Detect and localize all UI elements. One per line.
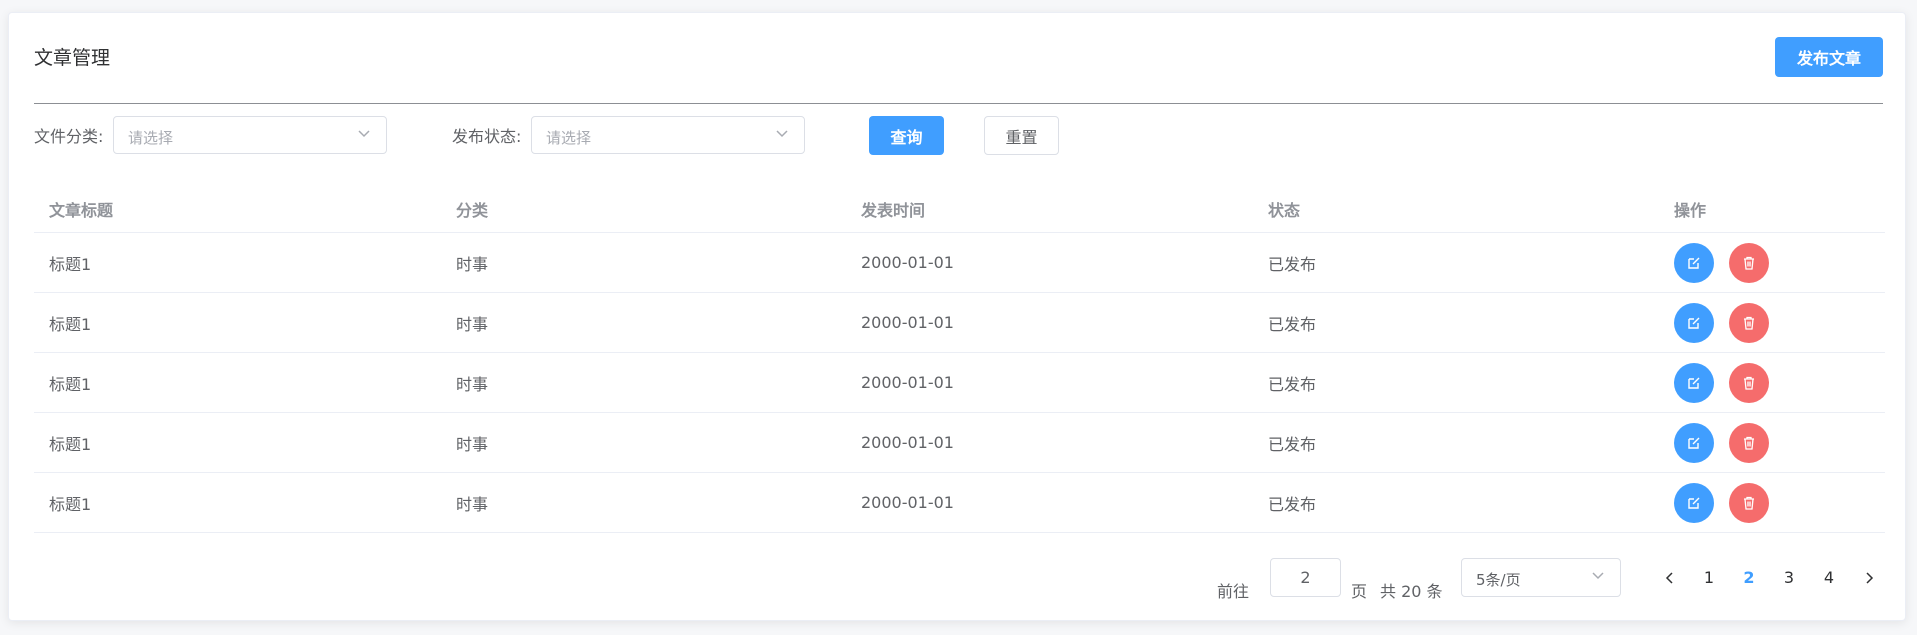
row-title: 标题1 <box>49 254 92 274</box>
delete-button[interactable] <box>1729 362 1769 403</box>
table-row: 标题1 时事 2000-01-01 已发布 <box>34 413 1885 473</box>
row-category: 时事 <box>456 254 489 274</box>
edit-button[interactable] <box>1674 362 1714 403</box>
row-status: 已发布 <box>1268 314 1317 334</box>
row-title: 标题1 <box>49 374 92 394</box>
chevron-down-icon <box>776 130 788 138</box>
query-button[interactable]: 查询 <box>869 116 944 155</box>
goto-page-unit: 页 <box>1351 582 1368 601</box>
article-table: 文章标题 分类 发表时间 状态 操作 标题1 时事 2000-01-01 已发布 <box>34 185 1885 533</box>
row-status: 已发布 <box>1268 494 1317 514</box>
delete-button[interactable] <box>1729 302 1769 343</box>
table-row: 标题1 时事 2000-01-01 已发布 <box>34 293 1885 353</box>
table-row: 标题1 时事 2000-01-01 已发布 <box>34 233 1885 293</box>
row-date: 2000-01-01 <box>861 433 954 452</box>
row-category: 时事 <box>456 374 489 394</box>
trash-icon <box>1744 376 1754 390</box>
chevron-left-icon <box>1665 571 1673 584</box>
chevron-down-icon <box>358 130 370 138</box>
page-button-4[interactable]: 4 <box>1814 558 1844 597</box>
edit-button[interactable] <box>1674 242 1714 283</box>
row-actions <box>1674 293 1784 352</box>
goto-label: 前往 <box>1217 582 1250 601</box>
edit-button[interactable] <box>1674 422 1714 463</box>
column-header-title: 文章标题 <box>49 200 114 220</box>
row-category: 时事 <box>456 314 489 334</box>
delete-button[interactable] <box>1729 242 1769 283</box>
chevron-down-icon <box>1592 572 1604 580</box>
row-status: 已发布 <box>1268 374 1317 394</box>
divider <box>34 103 1883 104</box>
total-count: 共 20 条 <box>1380 582 1443 601</box>
edit-icon <box>1688 497 1700 509</box>
category-filter-label: 文件分类: <box>34 127 104 146</box>
goto-page-input[interactable]: 2 <box>1270 558 1341 597</box>
row-date: 2000-01-01 <box>861 313 954 332</box>
category-select-placeholder: 请选择 <box>128 129 174 147</box>
row-category: 时事 <box>456 494 489 514</box>
delete-button[interactable] <box>1729 482 1769 523</box>
page-button-2[interactable]: 2 <box>1734 558 1764 597</box>
trash-icon <box>1744 316 1754 330</box>
edit-icon <box>1688 377 1700 389</box>
page-size-select[interactable]: 5条/页 <box>1461 558 1621 597</box>
publish-article-button[interactable]: 发布文章 <box>1775 37 1883 77</box>
row-category: 时事 <box>456 434 489 454</box>
delete-button[interactable] <box>1729 422 1769 463</box>
row-title: 标题1 <box>49 434 92 454</box>
page-title: 文章管理 <box>34 47 111 69</box>
row-date: 2000-01-01 <box>861 373 954 392</box>
trash-icon <box>1744 436 1754 450</box>
column-header-status: 状态 <box>1268 200 1301 220</box>
column-header-category: 分类 <box>456 200 489 220</box>
prev-page-button[interactable] <box>1655 558 1685 597</box>
edit-icon <box>1688 317 1700 329</box>
status-select-placeholder: 请选择 <box>546 129 592 147</box>
row-actions <box>1674 233 1784 292</box>
category-select[interactable]: 请选择 <box>113 116 387 154</box>
table-header: 文章标题 分类 发表时间 状态 操作 <box>34 185 1885 233</box>
page-button-3[interactable]: 3 <box>1774 558 1804 597</box>
row-actions <box>1674 473 1784 532</box>
edit-icon <box>1688 257 1700 269</box>
row-date: 2000-01-01 <box>861 253 954 272</box>
next-page-button[interactable] <box>1854 558 1884 597</box>
row-title: 标题1 <box>49 494 92 514</box>
row-actions <box>1674 413 1784 472</box>
row-actions <box>1674 353 1784 412</box>
column-header-actions: 操作 <box>1674 200 1707 220</box>
reset-button[interactable]: 重置 <box>984 116 1059 155</box>
row-date: 2000-01-01 <box>861 493 954 512</box>
status-select[interactable]: 请选择 <box>531 116 805 154</box>
row-title: 标题1 <box>49 314 92 334</box>
page-size-value: 5条/页 <box>1476 571 1521 589</box>
row-status: 已发布 <box>1268 434 1317 454</box>
trash-icon <box>1744 496 1754 510</box>
table-row: 标题1 时事 2000-01-01 已发布 <box>34 473 1885 533</box>
status-filter-label: 发布状态: <box>452 127 522 146</box>
column-header-date: 发表时间 <box>861 200 926 220</box>
article-management-card: 文章管理 发布文章 文件分类: 请选择 发布状态: 请选择 查询 重置 文章标题… <box>8 12 1906 621</box>
chevron-right-icon <box>1866 571 1874 584</box>
edit-button[interactable] <box>1674 482 1714 523</box>
row-status: 已发布 <box>1268 254 1317 274</box>
trash-icon <box>1744 256 1754 270</box>
page-button-1[interactable]: 1 <box>1694 558 1724 597</box>
edit-button[interactable] <box>1674 302 1714 343</box>
table-row: 标题1 时事 2000-01-01 已发布 <box>34 353 1885 413</box>
edit-icon <box>1688 437 1700 449</box>
